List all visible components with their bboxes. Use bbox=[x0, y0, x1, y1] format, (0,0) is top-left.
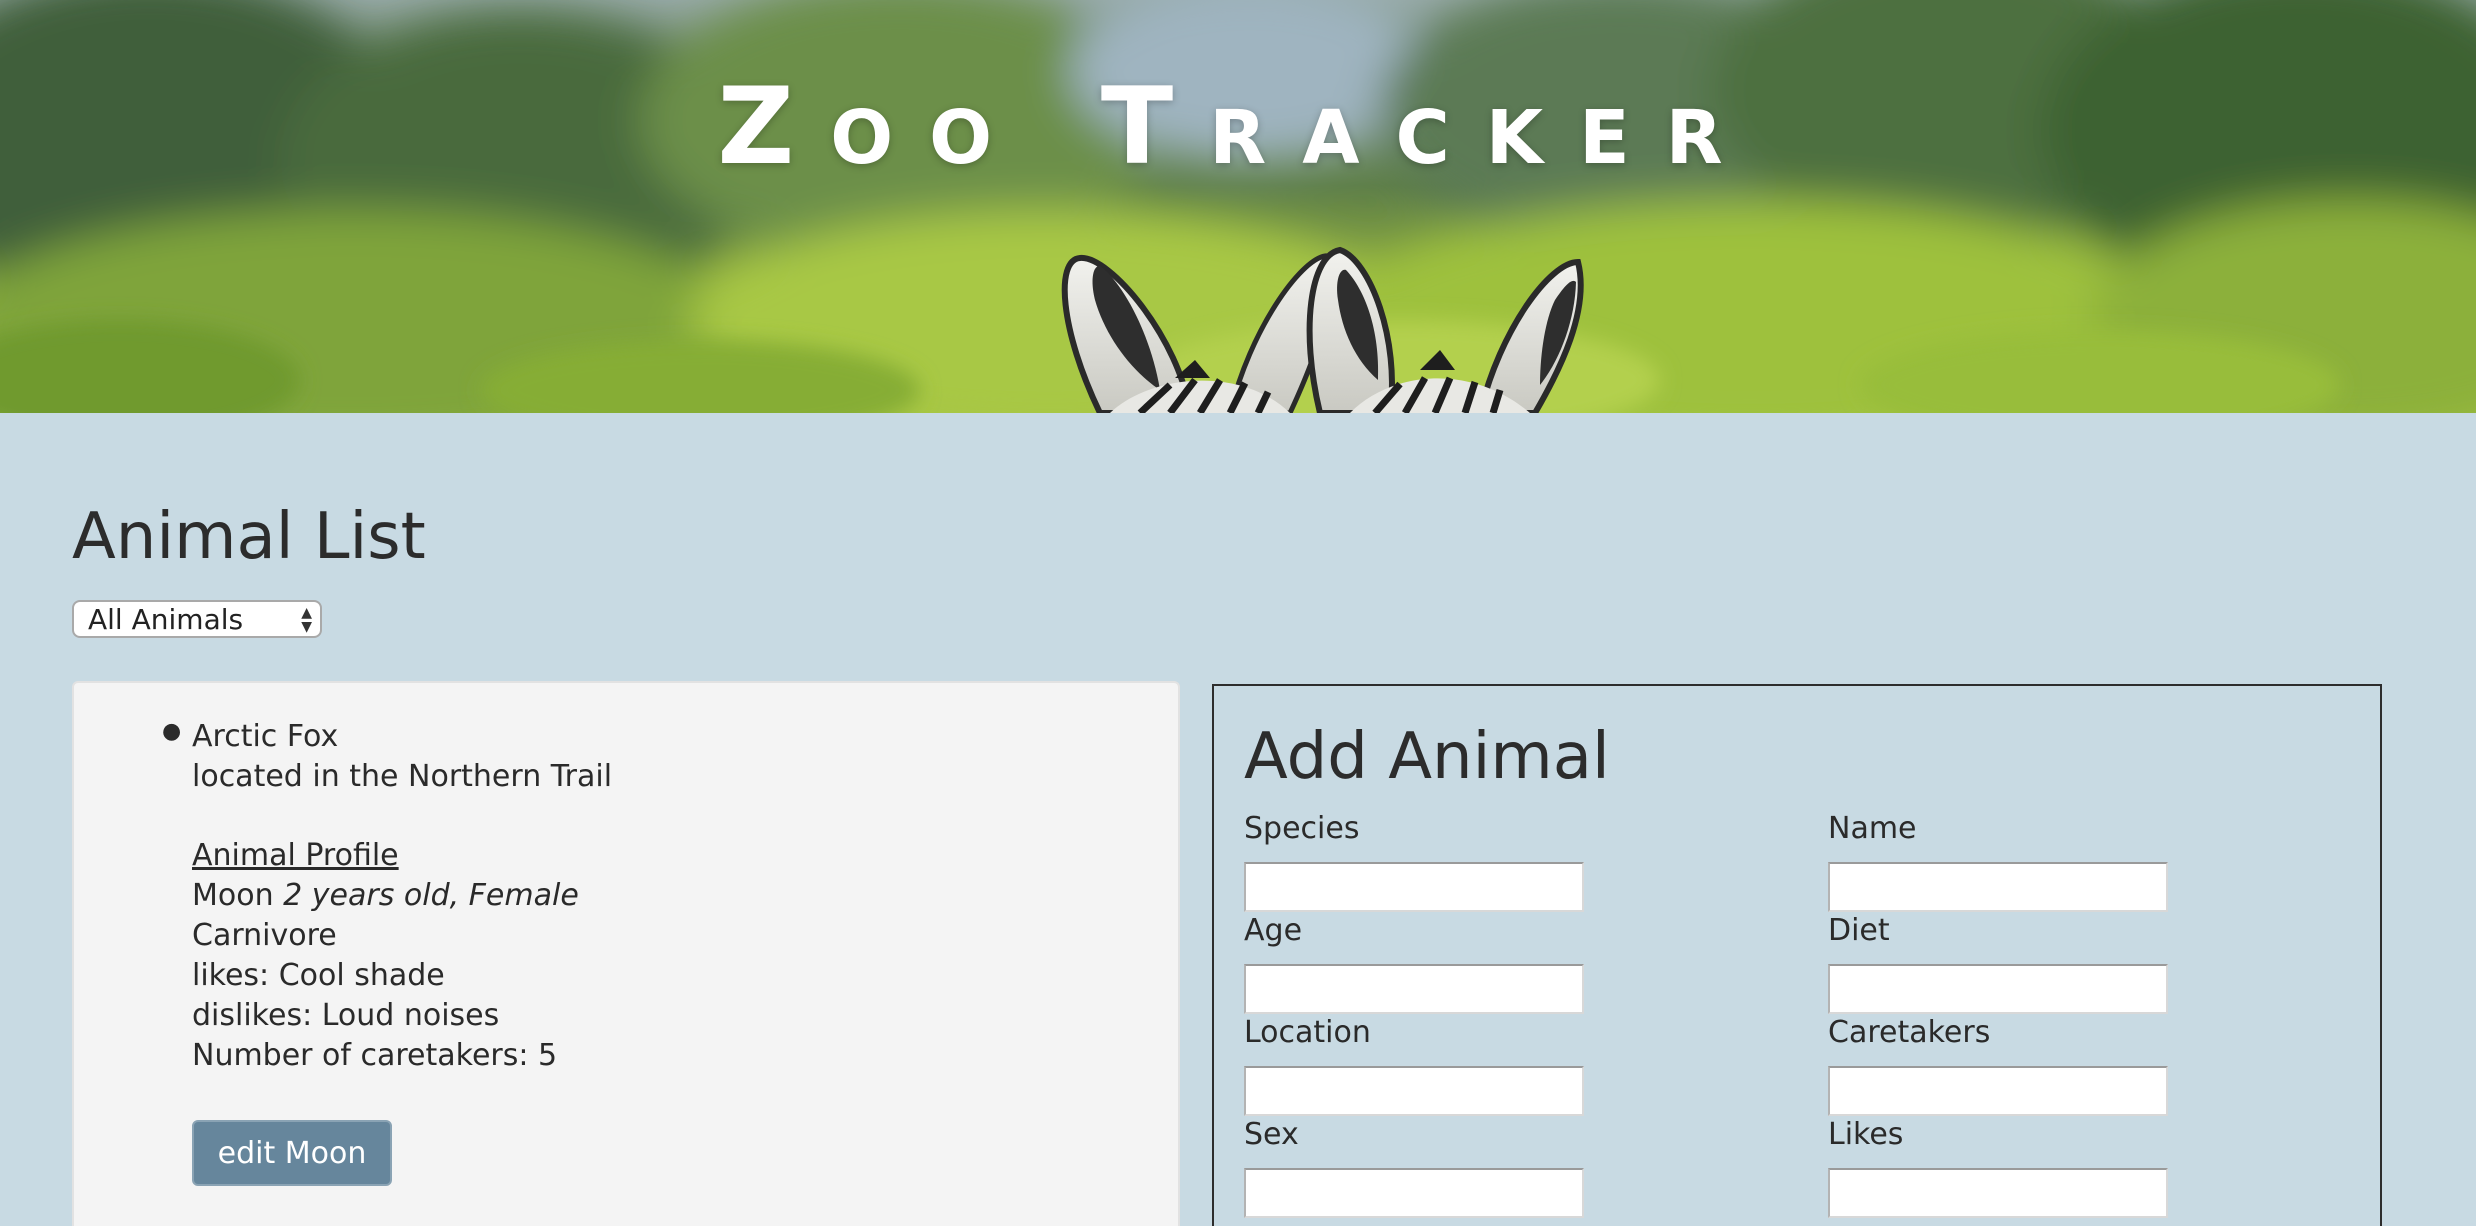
location-input[interactable] bbox=[1244, 1066, 1584, 1116]
animal-location: located in the Northern Trail bbox=[192, 759, 613, 794]
animal-profile-link[interactable]: Animal Profile bbox=[192, 838, 399, 873]
species-input[interactable] bbox=[1244, 862, 1584, 912]
animal-species: Arctic Fox bbox=[192, 719, 339, 754]
name-label: Name bbox=[1828, 811, 1917, 846]
animal-likes: likes: Cool shade bbox=[192, 958, 445, 993]
sex-input[interactable] bbox=[1244, 1168, 1584, 1218]
animal-diet: Carnivore bbox=[192, 918, 337, 953]
location-label: Location bbox=[1244, 1015, 1371, 1050]
animal-list-heading: Animal List bbox=[72, 500, 426, 574]
list-bullet: ● bbox=[162, 719, 182, 744]
animal-filter-select[interactable]: All Animals ▲ ▼ bbox=[72, 600, 322, 638]
age-label: Age bbox=[1244, 913, 1303, 948]
site-title: Zoo Tracker bbox=[717, 65, 1759, 189]
add-animal-form: Add Animal Species Name Age Diet Locatio… bbox=[1212, 684, 2382, 1226]
animal-name-age-sex: Moon 2 years old, Female bbox=[192, 878, 579, 913]
likes-label: Likes bbox=[1828, 1117, 1904, 1152]
edit-animal-button[interactable]: edit Moon bbox=[192, 1120, 392, 1186]
add-animal-heading: Add Animal bbox=[1244, 720, 1610, 794]
diet-input[interactable] bbox=[1828, 964, 2168, 1014]
animal-caretakers: Number of caretakers: 5 bbox=[192, 1038, 558, 1073]
species-label: Species bbox=[1244, 811, 1360, 846]
diet-label: Diet bbox=[1828, 913, 1890, 948]
name-input[interactable] bbox=[1828, 862, 2168, 912]
caretakers-label: Caretakers bbox=[1828, 1015, 1991, 1050]
zebra-banner-image bbox=[0, 0, 2476, 413]
likes-input[interactable] bbox=[1828, 1168, 2168, 1218]
animal-age-sex: 2 years old, Female bbox=[283, 878, 579, 913]
caretakers-input[interactable] bbox=[1828, 1066, 2168, 1116]
animal-name: Moon bbox=[192, 878, 274, 913]
age-input[interactable] bbox=[1244, 964, 1584, 1014]
sex-label: Sex bbox=[1244, 1117, 1299, 1152]
select-arrows-icon: ▲ ▼ bbox=[301, 605, 312, 635]
page: Zoo Tracker Animal List All Animals ▲ ▼ ●… bbox=[0, 0, 2476, 1226]
filter-selected-value: All Animals bbox=[88, 602, 244, 636]
animal-dislikes: dislikes: Loud noises bbox=[192, 998, 500, 1033]
animal-list-panel: ● Arctic Fox located in the Northern Tra… bbox=[72, 681, 1180, 1226]
header-banner: Zoo Tracker bbox=[0, 0, 2476, 413]
